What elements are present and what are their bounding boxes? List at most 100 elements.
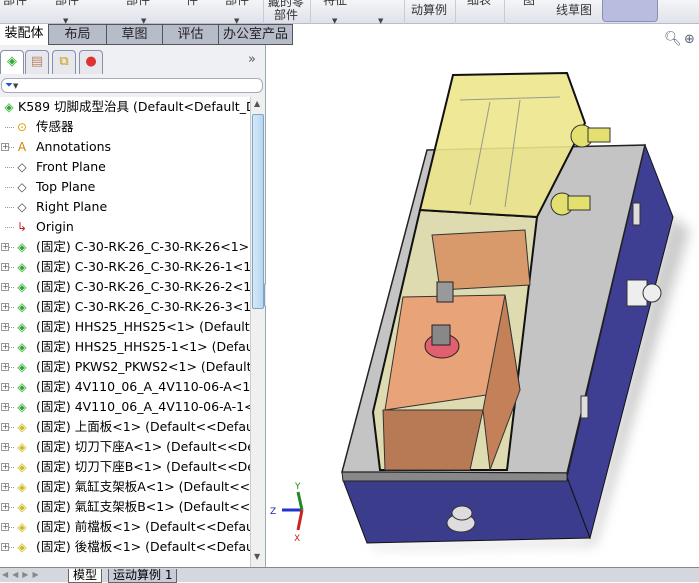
tab-evaluate[interactable]: 评估 <box>163 24 219 45</box>
graphics-viewport[interactable]: 🔍︎ ⊕ Z Y X <box>266 31 699 567</box>
expand-icon[interactable]: + <box>1 483 9 491</box>
displaymanager-icon[interactable]: ● <box>79 50 103 74</box>
expand-icon[interactable]: + <box>1 543 9 551</box>
expand-tabs-icon[interactable]: » <box>248 52 256 67</box>
separator <box>263 0 264 24</box>
scrollbar-thumb[interactable] <box>252 114 264 309</box>
tree-item[interactable]: + ◈ (固定) 切刀下座A<1> (Default<<Defa <box>0 437 250 457</box>
tree-item-label: (固定) 上面板<1> (Default<<Default> <box>36 419 250 434</box>
tab-motion-study-1[interactable]: 运动算例 1 <box>108 569 178 583</box>
expand-icon[interactable]: + <box>1 383 9 391</box>
cutter-holder <box>431 229 531 291</box>
tree-item[interactable]: + ◈ (固定) 後檔板<1> (Default<<Default> <box>0 537 250 557</box>
toolbar-button-1[interactable]: 部件 <box>55 0 79 7</box>
tree-item[interactable]: + ◈ (固定) 4V110_06_A_4V110-06-A-1<1> <box>0 397 250 417</box>
tree-item[interactable]: + ◈ (固定) 氣缸支架板B<1> (Default<<De <box>0 497 250 517</box>
command-manager-toolbar: 部件 部件 ▼ 部件 ▼ 件 部件 ▼ 藏的零 部件 特征 ▼ ▼ 动算例 细表… <box>0 0 699 25</box>
tree-item[interactable]: ◇ Top Plane <box>0 177 250 197</box>
triad-y-label: Y <box>294 482 301 492</box>
tree-item[interactable]: + A Annotations <box>0 137 250 157</box>
tree-item[interactable]: + ◈ (固定) 前檔板<1> (Default<<Default> <box>0 517 250 537</box>
tree-item[interactable]: ⊙ 传感器 <box>0 117 250 137</box>
tab-sketch[interactable]: 草图 <box>107 24 163 45</box>
toolbar-button-6[interactable]: 特征 <box>323 0 347 7</box>
tree-item[interactable]: + ◈ (固定) 切刀下座B<1> (Default<<Defa <box>0 457 250 477</box>
tree-item[interactable]: + ◈ (固定) C-30-RK-26_C-30-RK-26-3<1> <box>0 297 250 317</box>
part-icon: ◈ <box>17 480 27 494</box>
toolbar-button-show-hidden[interactable]: 藏的零 部件 <box>268 0 304 22</box>
toolbar-button-active[interactable] <box>602 0 658 22</box>
configurationmanager-icon[interactable]: ⧉ <box>52 50 76 74</box>
toolbar-button-4[interactable]: 部件 <box>225 0 249 7</box>
hinge <box>580 395 589 419</box>
tab-nav-arrows-icon[interactable]: ◀◀▶▶ <box>2 570 43 579</box>
tree-item-label: 传感器 <box>36 119 74 134</box>
expand-icon[interactable]: + <box>1 243 9 251</box>
tree-item[interactable]: ◇ Front Plane <box>0 157 250 177</box>
toolbar-button-bom[interactable]: 细表 <box>467 0 491 7</box>
subassembly-icon: ◈ <box>17 300 27 314</box>
separator <box>310 0 311 24</box>
axis-triad: Z Y X <box>270 482 304 544</box>
filter-dropdown-icon[interactable]: ▼ <box>13 82 18 90</box>
tree-item[interactable]: ◇ Right Plane <box>0 197 250 217</box>
tree-item[interactable]: ◈ K589 切脚成型治具 (Default<Default_Dis <box>0 97 250 117</box>
tree-item-label: (固定) 4V110_06_A_4V110-06-A-1<1> <box>36 399 250 414</box>
command-tabs: 装配体 布局 草图 评估 办公室产品 <box>0 24 699 45</box>
separator <box>504 0 505 24</box>
top-plate-edge <box>341 471 568 482</box>
expand-icon[interactable]: + <box>1 403 9 411</box>
filter-input[interactable]: ⏷▼ <box>1 78 263 93</box>
subassembly-icon: ◈ <box>17 260 27 274</box>
toolbar-button-10[interactable]: 图 <box>523 0 535 7</box>
annotations-folder-icon: A <box>17 140 27 154</box>
part-icon: ◈ <box>17 540 27 554</box>
tree-item[interactable]: + ◈ (固定) HHS25_HHS25<1> (Default<De <box>0 317 250 337</box>
expand-icon[interactable]: + <box>1 443 9 451</box>
toolbar-button-2[interactable]: 部件 <box>126 0 150 7</box>
toolbar-button-3d-sketch[interactable]: 线草图 <box>556 4 592 17</box>
vertical-scrollbar[interactable]: ▲ ▼ <box>250 97 265 567</box>
expand-icon[interactable]: + <box>1 463 9 471</box>
expand-icon[interactable]: + <box>1 323 9 331</box>
tree-item[interactable]: + ◈ (固定) PKWS2_PKWS2<1> (Default<D <box>0 357 250 377</box>
propertymanager-icon[interactable]: ▤ <box>25 50 49 74</box>
toolbar-button-3[interactable]: 件 <box>186 0 198 7</box>
tree-item-label: Top Plane <box>36 179 96 194</box>
expand-icon[interactable]: + <box>1 363 9 371</box>
assembly-model[interactable]: Z Y X <box>266 45 699 567</box>
scroll-down-icon[interactable]: ▼ <box>254 552 260 561</box>
tab-model[interactable]: 模型 <box>68 569 103 583</box>
filter-icon[interactable]: ⏷ <box>5 80 13 91</box>
expand-icon[interactable]: + <box>1 283 9 291</box>
subassembly-icon: ◈ <box>17 400 27 414</box>
tree-item[interactable]: + ◈ (固定) 上面板<1> (Default<<Default> <box>0 417 250 437</box>
tree-item[interactable]: + ◈ (固定) 4V110_06_A_4V110-06-A<1> (I <box>0 377 250 397</box>
expand-icon[interactable]: + <box>1 523 9 531</box>
tab-office-products[interactable]: 办公室产品 <box>219 24 293 45</box>
expand-icon[interactable]: + <box>1 303 9 311</box>
part-icon: ◈ <box>17 520 27 534</box>
expand-icon[interactable]: + <box>1 503 9 511</box>
tree-item[interactable]: + ◈ (固定) HHS25_HHS25-1<1> (Default< <box>0 337 250 357</box>
tree-item[interactable]: ↳ Origin <box>0 217 250 237</box>
tree-item[interactable]: + ◈ (固定) C-30-RK-26_C-30-RK-26-1<1> <box>0 257 250 277</box>
expand-icon[interactable]: + <box>1 423 9 431</box>
toolbar-button-motion-study[interactable]: 动算例 <box>411 4 447 17</box>
tree-item[interactable]: + ◈ (固定) C-30-RK-26_C-30-RK-26<1> (D <box>0 237 250 257</box>
plane-icon: ◇ <box>17 160 27 174</box>
expand-icon[interactable]: + <box>1 263 9 271</box>
expand-icon[interactable]: + <box>1 143 9 151</box>
tab-layout[interactable]: 布局 <box>48 24 107 45</box>
tab-assembly[interactable]: 装配体 <box>0 24 48 45</box>
toolbar-button-0[interactable]: 部件 <box>3 0 27 7</box>
tree-item[interactable]: + ◈ (固定) 氣缸支架板A<1> (Default<<De <box>0 477 250 497</box>
subassembly-icon: ◈ <box>17 360 27 374</box>
bottom-tabs: ◀◀▶▶ 模型 运动算例 1 <box>0 567 699 583</box>
expand-icon[interactable]: + <box>1 343 9 351</box>
tree-item[interactable]: + ◈ (固定) C-30-RK-26_C-30-RK-26-2<1> <box>0 277 250 297</box>
tree-item-label: Origin <box>36 219 74 234</box>
tree-item-label: (固定) 後檔板<1> (Default<<Default> <box>36 539 250 554</box>
featuremanager-icon[interactable]: ◈ <box>0 50 24 74</box>
scroll-up-icon[interactable]: ▲ <box>254 99 260 108</box>
